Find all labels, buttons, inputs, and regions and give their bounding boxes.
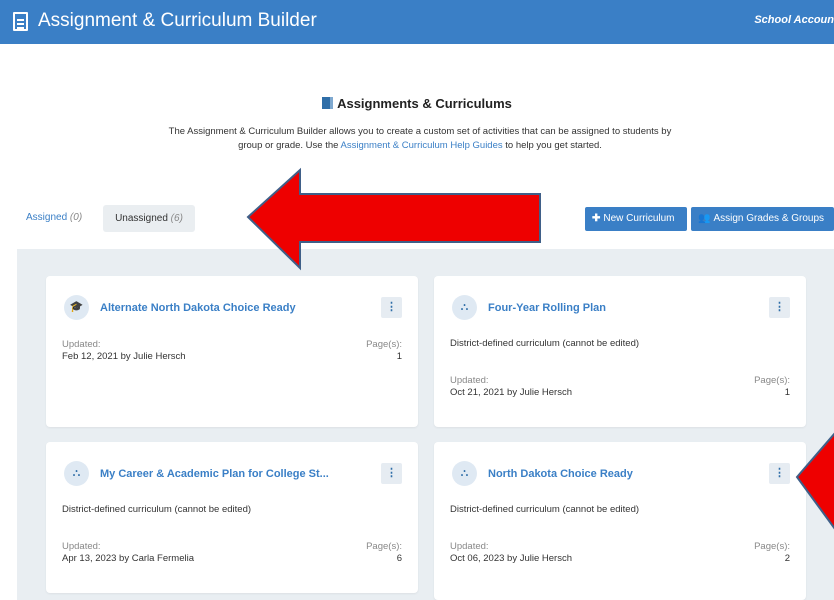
app-header: Assignment & Curriculum Builder School A…	[0, 0, 834, 44]
sitemap-icon: ⛬	[452, 461, 477, 486]
updated-value: Oct 06, 2023 by Julie Hersch	[450, 553, 572, 564]
district-note: District-defined curriculum (cannot be e…	[450, 338, 640, 349]
curriculum-card[interactable]: ⛬ North Dakota Choice Ready ⋮ District-d…	[434, 442, 806, 600]
tab-assigned-label: Assigned	[26, 212, 68, 223]
page-title-text: Assignments & Curriculums	[337, 96, 512, 111]
document-icon	[13, 12, 28, 31]
sitemap-icon: ⛬	[452, 295, 477, 320]
page-description: The Assignment & Curriculum Builder allo…	[160, 125, 680, 153]
updated-value: Oct 21, 2021 by Julie Hersch	[450, 387, 572, 398]
more-options-icon[interactable]: ⋮	[769, 463, 790, 484]
more-options-icon[interactable]: ⋮	[381, 463, 402, 484]
pages-value: 2	[784, 553, 790, 564]
app-title: Assignment & Curriculum Builder	[38, 10, 317, 31]
updated-value: Feb 12, 2021 by Julie Hersch	[62, 351, 186, 362]
more-options-icon[interactable]: ⋮	[381, 297, 402, 318]
updated-label: Updated:	[62, 541, 101, 552]
updated-label: Updated:	[62, 339, 101, 350]
district-note: District-defined curriculum (cannot be e…	[450, 504, 640, 515]
book-icon	[322, 97, 334, 109]
plus-icon: ✚	[592, 213, 601, 224]
district-note: District-defined curriculum (cannot be e…	[62, 504, 252, 515]
users-icon: 👥	[698, 213, 711, 224]
tab-unassigned-count: (6)	[170, 213, 183, 224]
curriculum-title[interactable]: Alternate North Dakota Choice Ready	[100, 302, 296, 314]
pages-value: 6	[396, 553, 402, 564]
updated-label: Updated:	[450, 541, 489, 552]
graduation-cap-icon: 🎓	[64, 295, 89, 320]
pages-label: Page(s):	[366, 339, 402, 350]
tab-assigned-count: (0)	[69, 212, 83, 223]
tab-unassigned[interactable]: Unassigned (6)	[103, 205, 195, 232]
account-menu[interactable]: School Accoun	[754, 14, 834, 26]
assign-grades-groups-button[interactable]: 👥 Assign Grades & Groups	[691, 207, 834, 231]
curriculum-card[interactable]: ⛬ My Career & Academic Plan for College …	[46, 442, 418, 593]
updated-value: Apr 13, 2023 by Carla Fermelia	[62, 553, 195, 564]
curriculum-card[interactable]: ⛬ Four-Year Rolling Plan ⋮ District-defi…	[434, 276, 806, 427]
new-curriculum-label: New Curriculum	[603, 213, 675, 224]
pages-value: 1	[784, 387, 790, 398]
curriculum-title[interactable]: Four-Year Rolling Plan	[488, 302, 606, 314]
new-curriculum-button[interactable]: ✚ New Curriculum	[585, 207, 687, 231]
tab-unassigned-label: Unassigned	[115, 213, 168, 224]
tab-assigned[interactable]: Assigned (0)	[26, 205, 82, 231]
assign-grades-groups-label: Assign Grades & Groups	[713, 213, 825, 224]
updated-label: Updated:	[450, 375, 489, 386]
curriculum-title[interactable]: My Career & Academic Plan for College St…	[100, 468, 329, 480]
curriculum-card[interactable]: 🎓 Alternate North Dakota Choice Ready ⋮ …	[46, 276, 418, 427]
help-guides-link[interactable]: Assignment & Curriculum Help Guides	[341, 140, 503, 151]
pages-label: Page(s):	[754, 541, 790, 552]
pages-label: Page(s):	[366, 541, 402, 552]
sitemap-icon: ⛬	[64, 461, 89, 486]
pages-label: Page(s):	[754, 375, 790, 386]
curriculum-title[interactable]: North Dakota Choice Ready	[488, 468, 633, 480]
more-options-icon[interactable]: ⋮	[769, 297, 790, 318]
page-title: Assignments & Curriculums	[0, 96, 834, 111]
pages-value: 1	[396, 351, 402, 362]
description-text-end: to help you get started.	[502, 140, 602, 151]
